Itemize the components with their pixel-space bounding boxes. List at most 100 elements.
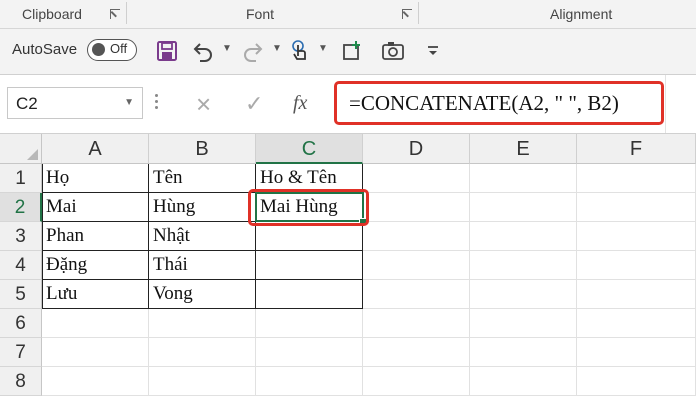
cell-B4[interactable]: Thái — [149, 251, 256, 280]
cell-C1[interactable]: Ho & Tên — [256, 164, 363, 193]
camera-icon[interactable] — [380, 37, 406, 65]
cell-F6[interactable] — [577, 309, 696, 338]
row-header[interactable]: 3 — [0, 222, 42, 251]
cell-D7[interactable] — [363, 338, 470, 367]
cell-D3[interactable] — [363, 222, 470, 251]
cell-C6[interactable] — [256, 309, 363, 338]
cell-C8[interactable] — [256, 367, 363, 396]
cell-D6[interactable] — [363, 309, 470, 338]
quick-access-toolbar: AutoSave Off ▼ ▼ ▼ — [0, 29, 696, 75]
formula-input[interactable]: =CONCATENATE(A2, " ", B2) — [334, 81, 664, 125]
font-dialog-launcher-icon[interactable] — [402, 9, 412, 19]
cell-A7[interactable] — [42, 338, 149, 367]
cell-E1[interactable] — [470, 164, 577, 193]
enter-icon[interactable]: ✓ — [245, 91, 263, 117]
touch-mode-icon[interactable] — [287, 37, 313, 65]
touch-dropdown-chevron-icon[interactable]: ▼ — [318, 43, 328, 54]
cell-B1[interactable]: Tên — [149, 164, 256, 193]
group-divider — [126, 2, 127, 24]
column-header[interactable]: D — [363, 134, 470, 164]
cell-B2[interactable]: Hùng — [149, 193, 256, 222]
cell-B5[interactable]: Vong — [149, 280, 256, 309]
ribbon-group-alignment: Alignment — [550, 6, 613, 22]
cell-A5[interactable]: Lưu — [42, 280, 149, 309]
row-header[interactable]: 4 — [0, 251, 42, 280]
cell-F5[interactable] — [577, 280, 696, 309]
row-header[interactable]: 2 — [0, 193, 42, 222]
ribbon-group-font: Font — [246, 6, 275, 22]
formula-bar: C2 ▼ × ✓ fx =CONCATENATE(A2, " ", B2) — [0, 75, 696, 134]
row-header[interactable]: 1 — [0, 164, 42, 193]
name-box[interactable]: C2 ▼ — [7, 87, 143, 119]
cell-B3[interactable]: Nhật — [149, 222, 256, 251]
cell-A1[interactable]: Họ — [42, 164, 149, 193]
cell-E3[interactable] — [470, 222, 577, 251]
cell-A8[interactable] — [42, 367, 149, 396]
undo-dropdown-chevron-icon[interactable]: ▼ — [222, 43, 232, 54]
spreadsheet-grid[interactable]: A B C D E F 1 Họ Tên Ho & Tên 2 Mai Hùng Mai Hùng 3 Pha… — [0, 134, 696, 396]
cell-D1[interactable] — [363, 164, 470, 193]
cell-E2[interactable] — [470, 193, 577, 222]
clipboard-dialog-launcher-icon[interactable] — [110, 9, 120, 19]
cell-E7[interactable] — [470, 338, 577, 367]
cell-E8[interactable] — [470, 367, 577, 396]
formula-bar-expand[interactable] — [665, 75, 696, 133]
column-header[interactable]: A — [42, 134, 149, 164]
autosave-label: AutoSave — [12, 41, 78, 58]
save-icon[interactable] — [154, 37, 180, 65]
cell-C5[interactable] — [256, 280, 363, 309]
cancel-icon[interactable]: × — [196, 89, 211, 120]
cell-D5[interactable] — [363, 280, 470, 309]
cell-B8[interactable] — [149, 367, 256, 396]
cell-F1[interactable] — [577, 164, 696, 193]
redo-dropdown-chevron-icon[interactable]: ▼ — [272, 43, 282, 54]
cell-B7[interactable] — [149, 338, 256, 367]
cell-A4[interactable]: Đặng — [42, 251, 149, 280]
cell-C4[interactable] — [256, 251, 363, 280]
cell-E6[interactable] — [470, 309, 577, 338]
cell-C7[interactable] — [256, 338, 363, 367]
redo-icon[interactable] — [240, 37, 266, 65]
column-header[interactable]: C — [256, 134, 363, 164]
cell-F7[interactable] — [577, 338, 696, 367]
column-header[interactable]: F — [577, 134, 696, 164]
select-all-button[interactable] — [0, 134, 42, 164]
row-header[interactable]: 8 — [0, 367, 42, 396]
cell-A6[interactable] — [42, 309, 149, 338]
column-header[interactable]: E — [470, 134, 577, 164]
cell-E5[interactable] — [470, 280, 577, 309]
cell-D4[interactable] — [363, 251, 470, 280]
cell-C2[interactable]: Mai Hùng — [256, 193, 363, 222]
cell-F3[interactable] — [577, 222, 696, 251]
cell-F4[interactable] — [577, 251, 696, 280]
name-box-value: C2 — [16, 94, 38, 113]
toggle-knob — [92, 43, 105, 56]
cell-B6[interactable] — [149, 309, 256, 338]
fill-handle[interactable] — [359, 218, 367, 226]
column-header[interactable]: B — [149, 134, 256, 164]
cell-F8[interactable] — [577, 367, 696, 396]
cell-F2[interactable] — [577, 193, 696, 222]
row-header[interactable]: 5 — [0, 280, 42, 309]
autosave-state: Off — [110, 41, 128, 56]
customize-qat-icon[interactable] — [420, 37, 446, 65]
cell-D8[interactable] — [363, 367, 470, 396]
autosave-toggle[interactable]: Off — [87, 39, 137, 61]
insert-function-icon[interactable]: fx — [293, 92, 307, 115]
ribbon-group-labels: Clipboard Font Alignment — [0, 0, 696, 29]
formula-text: =CONCATENATE(A2, " ", B2) — [349, 91, 619, 115]
resize-handle-icon[interactable] — [155, 94, 159, 112]
row-header[interactable]: 6 — [0, 309, 42, 338]
cell-A2[interactable]: Mai — [42, 193, 149, 222]
ribbon-group-clipboard: Clipboard — [22, 6, 82, 22]
name-box-chevron-down-icon[interactable]: ▼ — [124, 97, 134, 108]
row-header[interactable]: 7 — [0, 338, 42, 367]
cell-D2[interactable] — [363, 193, 470, 222]
cell-A3[interactable]: Phan — [42, 222, 149, 251]
cell-E4[interactable] — [470, 251, 577, 280]
add-icon[interactable] — [339, 37, 365, 65]
table-border — [42, 164, 43, 309]
group-divider — [418, 2, 419, 24]
cell-C3[interactable] — [256, 222, 363, 251]
undo-icon[interactable] — [190, 37, 216, 65]
